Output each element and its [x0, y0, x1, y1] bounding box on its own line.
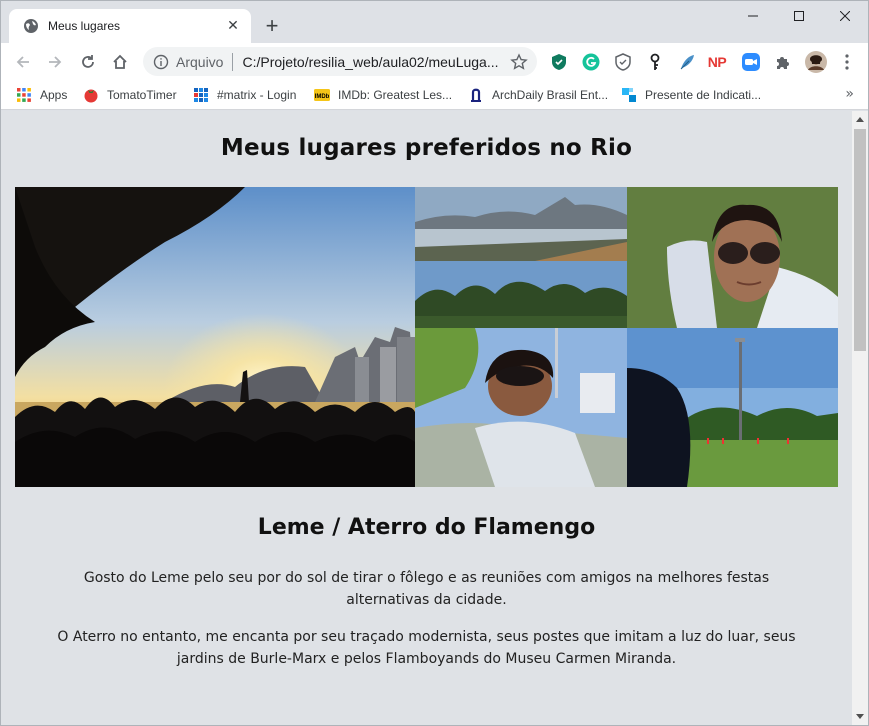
- new-tab-button[interactable]: +: [261, 15, 283, 37]
- paragraph-leme: Gosto do Leme pelo seu por do sol de tir…: [83, 570, 770, 608]
- key-icon[interactable]: [645, 52, 665, 72]
- home-button[interactable]: [107, 49, 133, 75]
- close-window-button[interactable]: [822, 1, 868, 31]
- bookmarks-overflow-icon[interactable]: »: [845, 86, 854, 102]
- minimize-button[interactable]: [730, 1, 776, 31]
- page-viewport: Meus lugares preferidos no Rio Leme / At…: [1, 111, 852, 725]
- photo-aterro-trees: [415, 261, 627, 328]
- url-scheme-label: Arquivo: [176, 53, 224, 70]
- puzzle-icon[interactable]: [773, 52, 793, 72]
- matrix-grid-icon: [194, 88, 208, 102]
- bookmark-imdb[interactable]: IMDb IMDb: Greatest Les...: [314, 86, 452, 104]
- apps-grid-icon: [17, 88, 31, 102]
- scrollbar-thumb[interactable]: [854, 129, 866, 351]
- minimize-icon: [748, 15, 758, 17]
- scroll-up-arrow-icon[interactable]: [856, 117, 864, 122]
- shield-green-icon[interactable]: [549, 52, 569, 72]
- photo-gallery: [15, 187, 838, 487]
- photo-leme-sunset: [15, 187, 415, 487]
- photo-park-lampposts: [627, 328, 838, 487]
- vertical-scrollbar[interactable]: [852, 111, 868, 725]
- zoom-icon[interactable]: [741, 52, 761, 72]
- tab-title: Meus lugares: [48, 19, 121, 33]
- reload-button[interactable]: [75, 49, 101, 75]
- scroll-down-arrow-icon[interactable]: [856, 714, 864, 719]
- section-title: Leme / Aterro do Flamengo: [257, 515, 596, 540]
- arrow-left-icon: [16, 56, 29, 68]
- page-title: Meus lugares preferidos no Rio: [220, 135, 633, 161]
- tomato-icon: [84, 89, 98, 103]
- back-button[interactable]: [10, 49, 36, 75]
- browser-window: Meus lugares ✕ + Arquivo C:/Projeto/resi…: [0, 0, 869, 726]
- feather-icon[interactable]: [677, 52, 697, 72]
- archdaily-icon: [471, 88, 481, 102]
- bookmark-matrix-login[interactable]: #matrix - Login: [193, 86, 296, 104]
- url-text[interactable]: C:/Projeto/resilia_web/aula02/meuLuga...: [242, 54, 510, 70]
- info-icon[interactable]: [153, 54, 169, 70]
- tab-strip: Meus lugares ✕ +: [1, 1, 868, 43]
- forward-button[interactable]: [42, 49, 68, 75]
- tab-close-icon[interactable]: ✕: [225, 18, 241, 34]
- bookmark-star-icon[interactable]: [510, 52, 528, 71]
- home-icon: [113, 54, 127, 69]
- photo-bay-view: [415, 187, 627, 261]
- photo-selfie-grass: [627, 187, 838, 328]
- profile-avatar-icon[interactable]: [804, 50, 828, 74]
- address-bar[interactable]: Arquivo C:/Projeto/resilia_web/aula02/me…: [143, 47, 537, 76]
- photo-relaxing: [415, 328, 627, 487]
- menu-dots-icon[interactable]: [837, 52, 857, 72]
- np-icon[interactable]: NP: [707, 52, 727, 72]
- bookmark-archdaily[interactable]: ArchDaily Brasil Ent...: [468, 86, 608, 104]
- imdb-icon: IMDb: [314, 89, 330, 101]
- toolbar: Arquivo C:/Projeto/resilia_web/aula02/me…: [1, 43, 868, 80]
- close-icon: [840, 11, 850, 21]
- maximize-button[interactable]: [776, 1, 822, 31]
- reload-icon: [82, 55, 94, 68]
- grammarly-icon[interactable]: [581, 52, 601, 72]
- url-separator: [232, 52, 234, 71]
- gift-squares-icon: [622, 88, 636, 102]
- bookmark-presente[interactable]: Presente de Indicati...: [621, 86, 761, 104]
- arrow-right-icon: [49, 56, 62, 68]
- privacy-shield-icon[interactable]: [613, 52, 633, 72]
- bookmark-apps[interactable]: Apps: [16, 86, 67, 104]
- paragraph-aterro: O Aterro no entanto, me encanta por seu …: [57, 629, 796, 667]
- tab-meus-lugares[interactable]: Meus lugares ✕: [9, 9, 251, 43]
- bookmark-tomatotimer[interactable]: TomatoTimer: [83, 86, 177, 104]
- bookmarks-bar: Apps TomatoTimer #matrix - Login IMDb IM…: [1, 80, 868, 110]
- svg-text:IMDb: IMDb: [315, 94, 330, 100]
- globe-icon: [24, 19, 38, 33]
- maximize-icon: [794, 11, 804, 21]
